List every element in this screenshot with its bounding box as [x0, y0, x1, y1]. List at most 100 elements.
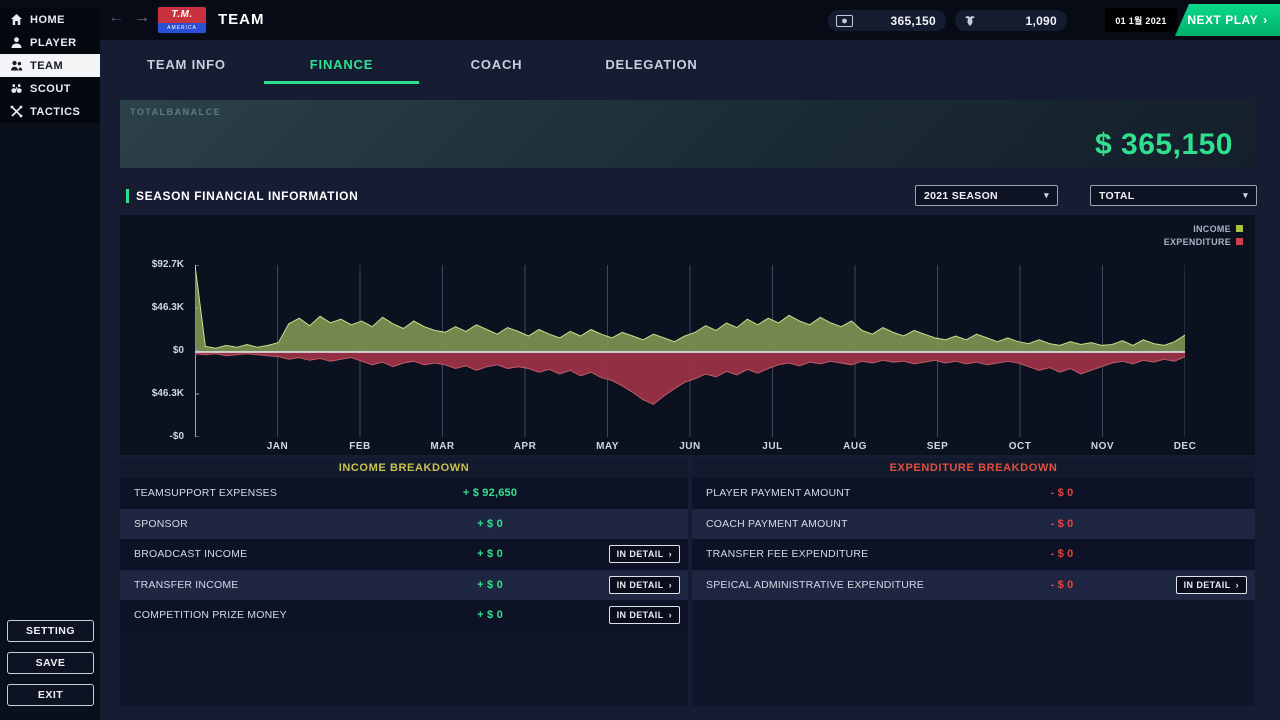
- table-row: COACH PAYMENT AMOUNT - $ 0: [692, 509, 1255, 540]
- chart-plot-area: [195, 265, 1185, 437]
- row-value: + $ 0: [420, 579, 560, 591]
- sidebar-item-scout[interactable]: SCOUT: [0, 77, 100, 100]
- chevron-right-icon: ›: [669, 580, 672, 590]
- tab-delegation[interactable]: DELEGATION: [574, 48, 729, 84]
- x-axis-tick-label: JAN: [248, 441, 308, 452]
- in-detail-button[interactable]: IN DETAIL ›: [609, 606, 680, 624]
- tab-coach[interactable]: COACH: [419, 48, 574, 84]
- row-label: TRANSFER INCOME: [134, 579, 239, 591]
- row-label: TRANSFER FEE EXPENDITURE: [706, 548, 868, 560]
- balance-label: TOTALBANALCE: [130, 107, 221, 117]
- x-axis-tick-label: MAY: [578, 441, 638, 452]
- table-row: BROADCAST INCOME + $ 0 IN DETAIL ›: [120, 539, 688, 570]
- row-value: + $ 0: [420, 609, 560, 621]
- table-row: COMPETITION PRIZE MONEY + $ 0 IN DETAIL …: [120, 600, 688, 631]
- tab-team-info[interactable]: TEAM INFO: [109, 48, 264, 84]
- y-axis-tick-label: $0: [124, 345, 184, 356]
- scout-binoculars-icon: [10, 82, 23, 95]
- season-section-title: SEASON FINANCIAL INFORMATION: [136, 189, 358, 203]
- income-breakdown-title: INCOME BREAKDOWN: [120, 458, 688, 478]
- balance-value: $ 365,150: [1095, 128, 1233, 162]
- y-axis-tick-label: $46.3K: [124, 388, 184, 399]
- money-counter: 365,150: [828, 10, 946, 31]
- gold-value: 1,090: [1025, 14, 1057, 28]
- legend-income-label: INCOME: [1193, 224, 1231, 234]
- game-logo: T.M. AMERICA: [158, 7, 206, 33]
- sidebar-item-label: PLAYER: [30, 37, 77, 49]
- row-label: COMPETITION PRIZE MONEY: [134, 609, 287, 621]
- season-select-value: 2021 SEASON: [924, 190, 998, 202]
- row-label: COACH PAYMENT AMOUNT: [706, 518, 848, 530]
- x-axis-tick-label: NOV: [1073, 441, 1133, 452]
- in-detail-button[interactable]: IN DETAIL ›: [1176, 576, 1247, 594]
- chevron-right-icon: ›: [669, 610, 672, 620]
- logo-bottom-text: AMERICA: [158, 23, 206, 33]
- row-label: SPONSOR: [134, 518, 188, 530]
- row-value: - $ 0: [992, 518, 1132, 530]
- tab-finance[interactable]: FINANCE: [264, 48, 419, 84]
- table-row: TEAMSUPPORT EXPENSES + $ 92,650: [120, 478, 688, 509]
- y-axis-tick-label: $92.7K: [124, 259, 184, 270]
- legend-expenditure-swatch: [1236, 238, 1243, 245]
- sidebar-item-tactics[interactable]: TACTICS: [0, 100, 100, 123]
- row-value: + $ 92,650: [420, 487, 560, 499]
- row-label: PLAYER PAYMENT AMOUNT: [706, 487, 851, 499]
- back-arrow-icon[interactable]: ←: [108, 9, 124, 27]
- x-axis-tick-label: AUG: [825, 441, 885, 452]
- income-breakdown-table: INCOME BREAKDOWN TEAMSUPPORT EXPENSES + …: [120, 458, 688, 706]
- x-axis-tick-label: FEB: [330, 441, 390, 452]
- chevron-right-icon: ›: [669, 549, 672, 559]
- page-title: TEAM: [218, 11, 265, 28]
- row-label: SPEICAL ADMINISTRATIVE EXPENDITURE: [706, 579, 924, 591]
- next-play-button[interactable]: NEXT PLAY ›: [1175, 4, 1280, 36]
- legend-expenditure-label: EXPENDITURE: [1164, 237, 1231, 247]
- logo-top-text: T.M.: [158, 7, 206, 23]
- tab-bar: TEAM INFO FINANCE COACH DELEGATION: [109, 48, 729, 84]
- finance-chart-panel: INCOME EXPENDITURE $92.7K$46.3K$0$46.3K-…: [120, 215, 1255, 455]
- topbar: ← → T.M. AMERICA TEAM 365,150 1,090 01 1…: [0, 0, 1280, 40]
- expenditure-breakdown-title: EXPENDITURE BREAKDOWN: [692, 458, 1255, 478]
- total-select[interactable]: TOTAL ▾: [1090, 185, 1257, 206]
- team-icon: [10, 59, 23, 72]
- x-axis-tick-label: OCT: [990, 441, 1050, 452]
- row-label: TEAMSUPPORT EXPENSES: [134, 487, 277, 499]
- chart-legend: INCOME EXPENDITURE: [1164, 222, 1243, 248]
- sidebar-item-label: HOME: [30, 14, 65, 26]
- setting-button[interactable]: SETTING: [7, 620, 94, 642]
- exit-button[interactable]: EXIT: [7, 684, 94, 706]
- goat-currency-icon: [963, 15, 977, 27]
- content-area: TEAM INFO FINANCE COACH DELEGATION TOTAL…: [100, 40, 1280, 720]
- date-display: 01 1월 2021: [1105, 8, 1177, 32]
- in-detail-button[interactable]: IN DETAIL ›: [609, 576, 680, 594]
- season-select[interactable]: 2021 SEASON ▾: [915, 185, 1058, 206]
- chevron-down-icon: ▾: [1044, 190, 1049, 201]
- x-axis-tick-label: SEP: [908, 441, 968, 452]
- in-detail-label: IN DETAIL: [1184, 580, 1231, 590]
- in-detail-button[interactable]: IN DETAIL ›: [609, 545, 680, 563]
- legend-income: INCOME: [1164, 222, 1243, 235]
- row-value: - $ 0: [992, 579, 1132, 591]
- sidebar-item-label: TEAM: [30, 60, 63, 72]
- player-icon: [10, 36, 23, 49]
- sidebar-item-player[interactable]: PLAYER: [0, 31, 100, 54]
- y-axis-tick-label: -$0: [124, 431, 184, 442]
- chart-y-axis-labels: $92.7K$46.3K$0$46.3K-$0: [124, 265, 188, 437]
- gold-counter: 1,090: [955, 10, 1067, 31]
- save-button[interactable]: SAVE: [7, 652, 94, 674]
- date-text: 01 1월 2021: [1115, 14, 1166, 27]
- chevron-right-icon: ›: [1236, 580, 1239, 590]
- total-select-value: TOTAL: [1099, 190, 1135, 202]
- next-play-label: NEXT PLAY: [1187, 13, 1258, 27]
- table-row: TRANSFER FEE EXPENDITURE - $ 0: [692, 539, 1255, 570]
- legend-expenditure: EXPENDITURE: [1164, 235, 1243, 248]
- x-axis-tick-label: JUN: [660, 441, 720, 452]
- sidebar-item-home[interactable]: HOME: [0, 8, 100, 31]
- in-detail-label: IN DETAIL: [617, 610, 664, 620]
- table-row: SPEICAL ADMINISTRATIVE EXPENDITURE - $ 0…: [692, 570, 1255, 601]
- x-axis-tick-label: DEC: [1155, 441, 1215, 452]
- in-detail-label: IN DETAIL: [617, 580, 664, 590]
- x-axis-tick-label: APR: [495, 441, 555, 452]
- table-row: PLAYER PAYMENT AMOUNT - $ 0: [692, 478, 1255, 509]
- sidebar-item-team[interactable]: TEAM: [0, 54, 100, 77]
- forward-arrow-icon[interactable]: →: [134, 9, 150, 27]
